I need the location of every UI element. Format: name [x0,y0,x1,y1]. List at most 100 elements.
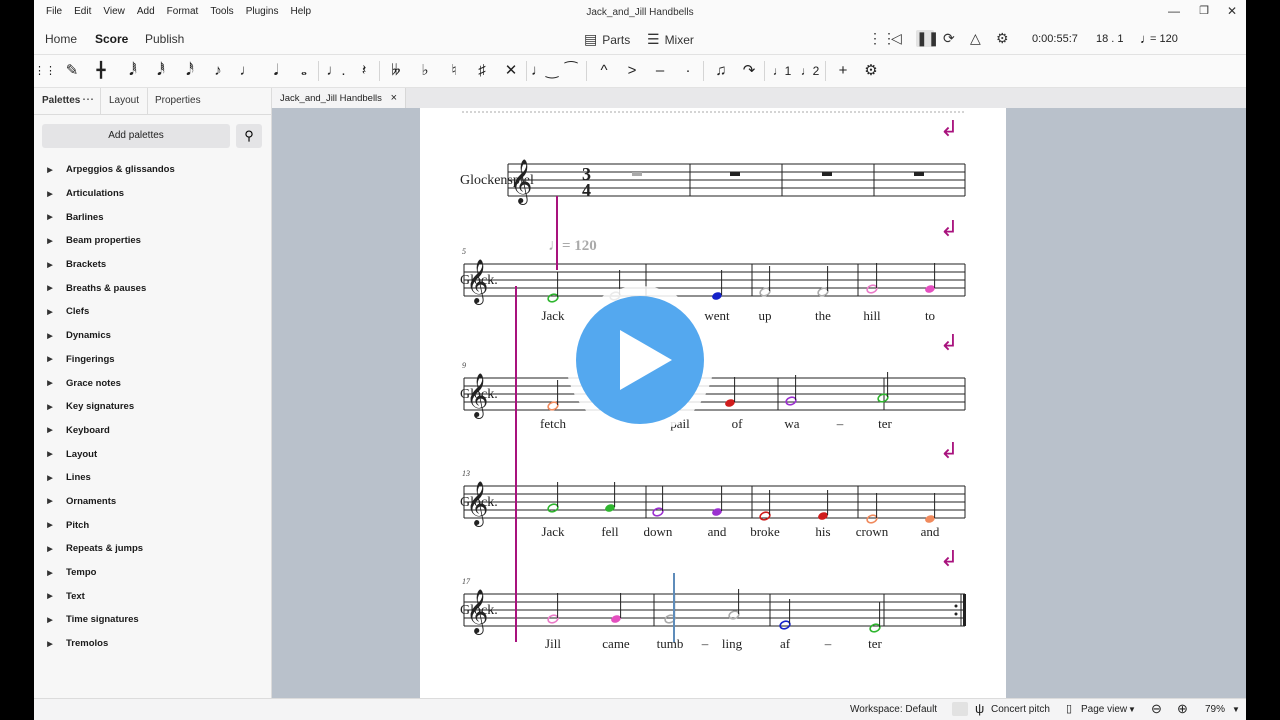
mixer-button[interactable]: ☰ Mixer [647,31,694,48]
zoom-in-icon[interactable]: ⊕ [1177,701,1188,717]
concert-pitch-toggle[interactable] [952,702,968,716]
chevron-down-icon[interactable]: ▼ [1232,705,1240,714]
workspace-label[interactable]: Workspace: Default [850,704,937,715]
natural-icon[interactable]: ♮ [443,61,465,81]
restore-icon[interactable]: ❐ [1192,4,1216,17]
palette-brackets[interactable]: ▶ Brackets [34,253,271,277]
palette-label: Arpeggios & glissandos [66,164,175,176]
lyric-syllable: his [815,524,830,539]
close-tab-icon[interactable]: × [391,92,397,104]
menu-help[interactable]: Help [285,6,318,17]
panel-more-icon[interactable]: ⋯ [82,92,94,106]
half-note-icon[interactable]: 𝅘𝅥 [265,61,287,81]
palette-grace-notes[interactable]: ▶ Grace notes [34,371,271,395]
palette-text[interactable]: ▶ Text [34,584,271,608]
palette-label: Tempo [66,567,97,579]
accent-icon[interactable]: > [621,61,643,81]
menu-plugins[interactable]: Plugins [240,6,285,17]
tenuto-icon[interactable]: – [649,61,671,81]
minimize-icon[interactable]: — [1162,4,1186,18]
tab-palettes[interactable]: Palettes [42,95,80,106]
expand-arrow-icon: ▶ [47,474,53,482]
expand-arrow-icon: ▶ [47,356,53,364]
palette-articulations[interactable]: ▶ Articulations [34,182,271,206]
palette-layout[interactable]: ▶ Layout [34,442,271,466]
flat-icon[interactable]: ♭ [414,61,436,81]
document-tab[interactable]: Jack_and_Jill Handbells × [272,88,406,108]
video-play-button[interactable] [566,286,714,434]
add-palettes-button[interactable]: Add palettes [42,124,230,148]
zoom-out-icon[interactable]: ⊖ [1151,701,1162,717]
menu-view[interactable]: View [97,6,131,17]
whole-note-icon[interactable]: 𝅝 [293,61,315,81]
rewind-icon[interactable]: ◁ [891,30,902,47]
palette-tempo[interactable]: ▶ Tempo [34,561,271,585]
zoom-level[interactable]: 79% [1205,704,1225,715]
menu-add[interactable]: Add [131,6,161,17]
palette-clefs[interactable]: ▶ Clefs [34,300,271,324]
palette-keyboard[interactable]: ▶ Keyboard [34,419,271,443]
sharp-icon[interactable]: ♯ [471,61,493,81]
expand-arrow-icon: ▶ [47,190,53,198]
marcato-icon[interactable]: ^ [593,61,615,81]
tie-icon[interactable]: ♩‿ [531,61,558,81]
eighth-note-icon[interactable]: ♪ [207,61,229,81]
palette-pitch[interactable]: ▶ Pitch [34,513,271,537]
palette-ornaments[interactable]: ▶ Ornaments [34,490,271,514]
palette-barlines[interactable]: ▶ Barlines [34,205,271,229]
palette-tremolos[interactable]: ▶ Tremolos [34,632,271,656]
score-view[interactable]: Jack_and_Jill Handbells × 𝄞 Glockenspiel ↲… [272,88,1246,698]
palette-beam-properties[interactable]: ▶ Beam properties [34,229,271,253]
tuplet-icon[interactable]: ♫ [710,61,732,81]
voice-2-icon[interactable]: ♩2 [799,61,821,81]
loop-icon[interactable]: ⟳ [943,30,955,47]
chevron-down-icon[interactable]: ▼ [1128,705,1136,714]
menu-tools[interactable]: Tools [204,6,239,17]
palette-dynamics[interactable]: ▶ Dynamics [34,324,271,348]
slur-icon[interactable]: ⁀ [560,61,582,81]
rest-icon[interactable]: 𝄽 [353,61,375,81]
palette-repeats[interactable]: ▶ Repeats & jumps [34,537,271,561]
palette-key-signatures[interactable]: ▶ Key signatures [34,395,271,419]
palette-fingerings[interactable]: ▶ Fingerings [34,348,271,372]
page-view-select[interactable]: Page view [1081,704,1127,715]
concert-pitch-label[interactable]: Concert pitch [991,704,1050,715]
tab-score[interactable]: Score [95,32,128,46]
search-palettes-icon[interactable]: ⚲ [236,124,262,148]
lyric-syllable: to [925,308,935,323]
sixteenth-note-icon[interactable]: 𝅘𝅥𝅰 [179,61,201,81]
palette-breaths[interactable]: ▶ Breaths & pauses [34,276,271,300]
tab-properties[interactable]: Properties [155,95,201,106]
menu-format[interactable]: Format [161,6,205,17]
system-break-icon: ↲ [940,116,958,141]
close-window-icon[interactable]: ✕ [1220,4,1244,18]
playback-settings-icon[interactable]: ⚙ [996,30,1009,47]
tab-layout[interactable]: Layout [109,95,139,106]
flip-direction-icon[interactable]: ↷ [738,61,760,81]
pause-icon[interactable]: ❚❚ [916,30,939,47]
tab-publish[interactable]: Publish [145,32,184,46]
palette-time-signatures[interactable]: ▶ Time signatures [34,608,271,632]
palette-lines[interactable]: ▶ Lines [34,466,271,490]
customize-toolbar-icon[interactable]: ⚙ [860,61,882,81]
system-break-icon: ↲ [940,330,958,355]
metronome-icon[interactable]: △ [970,30,981,47]
tab-home[interactable]: Home [45,32,77,46]
tuning-fork-icon: ψ [975,701,985,716]
sixtyfourth-note-icon[interactable]: 𝅘𝅥𝅲 [122,61,144,81]
augmentation-dot-icon[interactable]: ♩. [325,61,347,81]
voice-1-icon[interactable]: ♩1 [771,61,793,81]
palette-arpeggios[interactable]: ▶ Arpeggios & glissandos [34,158,271,182]
note-input-pen-icon[interactable]: ✎ [61,61,83,81]
add-icon[interactable]: + [832,61,854,81]
menu-edit[interactable]: Edit [68,6,97,17]
thirty-second-note-icon[interactable]: 𝅘𝅥𝅱 [150,61,172,81]
double-sharp-icon[interactable]: ✕ [500,61,522,81]
staccato-icon[interactable]: · [677,61,699,81]
quarter-note-icon[interactable]: ♩ [236,61,258,81]
drag-handle-icon[interactable]: ⋮⋮ [34,61,56,81]
double-flat-icon[interactable]: 𝄫 [385,61,407,81]
parts-button[interactable]: ▤ Parts [584,31,630,48]
menu-file[interactable]: File [40,6,68,17]
accent-voice-icon[interactable]: ╋ [90,61,112,81]
